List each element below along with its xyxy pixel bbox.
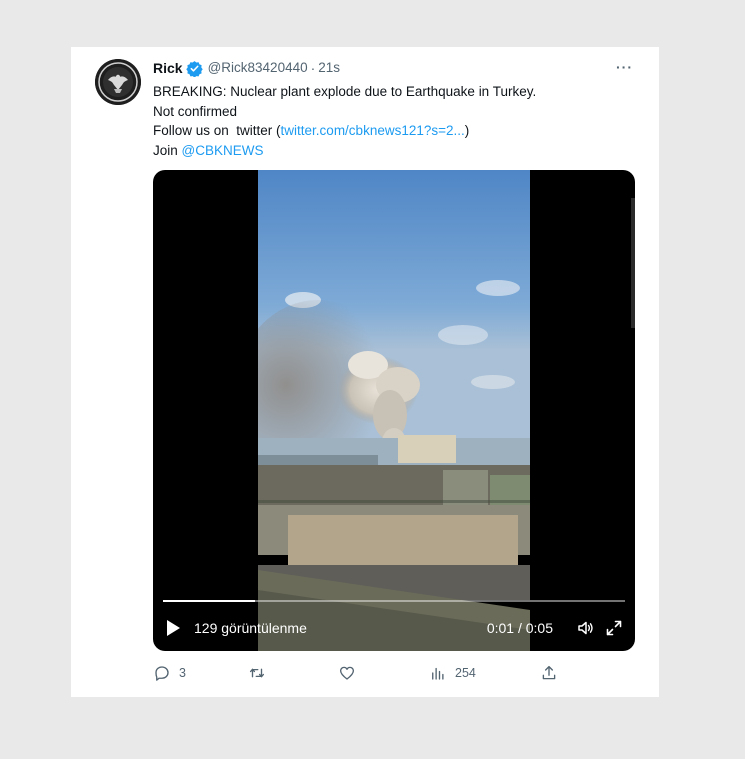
author-name[interactable]: Rick bbox=[153, 59, 183, 77]
retweet-action[interactable] bbox=[248, 664, 274, 682]
reply-count: 3 bbox=[179, 666, 186, 680]
avatar-seal-image bbox=[95, 59, 141, 105]
volume-icon[interactable] bbox=[577, 619, 595, 637]
play-icon[interactable] bbox=[165, 619, 181, 637]
like-icon bbox=[339, 666, 355, 680]
tweet-line-4: Join @CBKNEWS bbox=[153, 141, 633, 161]
reply-action[interactable]: 3 bbox=[153, 664, 186, 682]
tweet-line-2: Not confirmed bbox=[153, 103, 238, 119]
tweet-card[interactable]: Rick @Rick83420440 · 21s ··· BREAKING: N… bbox=[71, 47, 659, 697]
tweet-header: Rick @Rick83420440 · 21s bbox=[153, 59, 340, 77]
tweet-timestamp[interactable]: 21s bbox=[318, 59, 340, 77]
analytics-icon bbox=[432, 667, 444, 680]
share-icon bbox=[542, 665, 556, 680]
reply-icon bbox=[155, 666, 169, 681]
like-action[interactable] bbox=[338, 664, 364, 682]
separator-dot: · bbox=[310, 60, 316, 76]
analytics-action[interactable]: 254 bbox=[429, 664, 476, 682]
video-timecode: 0:01 / 0:05 bbox=[486, 620, 553, 636]
tweet-text: BREAKING: Nuclear plant explode due to E… bbox=[153, 82, 633, 160]
video-player[interactable]: 129 görüntülenme 0:01 / 0:05 bbox=[153, 170, 635, 651]
twitter-link[interactable]: twitter.com/cbknews121?s=2... bbox=[281, 123, 465, 138]
verified-badge-icon bbox=[185, 60, 203, 77]
video-view-count: 129 görüntülenme bbox=[194, 620, 307, 636]
tweet-actions: 3 254 bbox=[153, 664, 633, 684]
video-progress-fill bbox=[163, 600, 256, 602]
side-frame-edge bbox=[631, 198, 635, 328]
video-frame[interactable] bbox=[258, 170, 530, 651]
author-handle[interactable]: @Rick83420440 bbox=[208, 59, 308, 77]
retweet-icon bbox=[249, 668, 265, 678]
tweet-line-3: Follow us on twitter (twitter.com/cbknew… bbox=[153, 121, 633, 141]
avatar[interactable] bbox=[95, 59, 141, 105]
follow-suffix: ) bbox=[464, 123, 470, 138]
share-action[interactable] bbox=[540, 664, 558, 682]
more-icon[interactable]: ··· bbox=[616, 59, 633, 75]
mention-link[interactable]: @CBKNEWS bbox=[182, 143, 264, 158]
explosion-video-still bbox=[258, 170, 530, 651]
fullscreen-icon[interactable] bbox=[605, 619, 623, 637]
tweet-line-1: BREAKING: Nuclear plant explode due to E… bbox=[153, 84, 537, 99]
follow-prefix: Follow us on twitter ( bbox=[153, 123, 281, 138]
video-controls: 129 görüntülenme 0:01 / 0:05 bbox=[165, 616, 623, 640]
join-prefix: Join bbox=[153, 142, 182, 158]
view-count: 254 bbox=[455, 666, 476, 680]
video-progress-bar[interactable] bbox=[163, 600, 625, 602]
